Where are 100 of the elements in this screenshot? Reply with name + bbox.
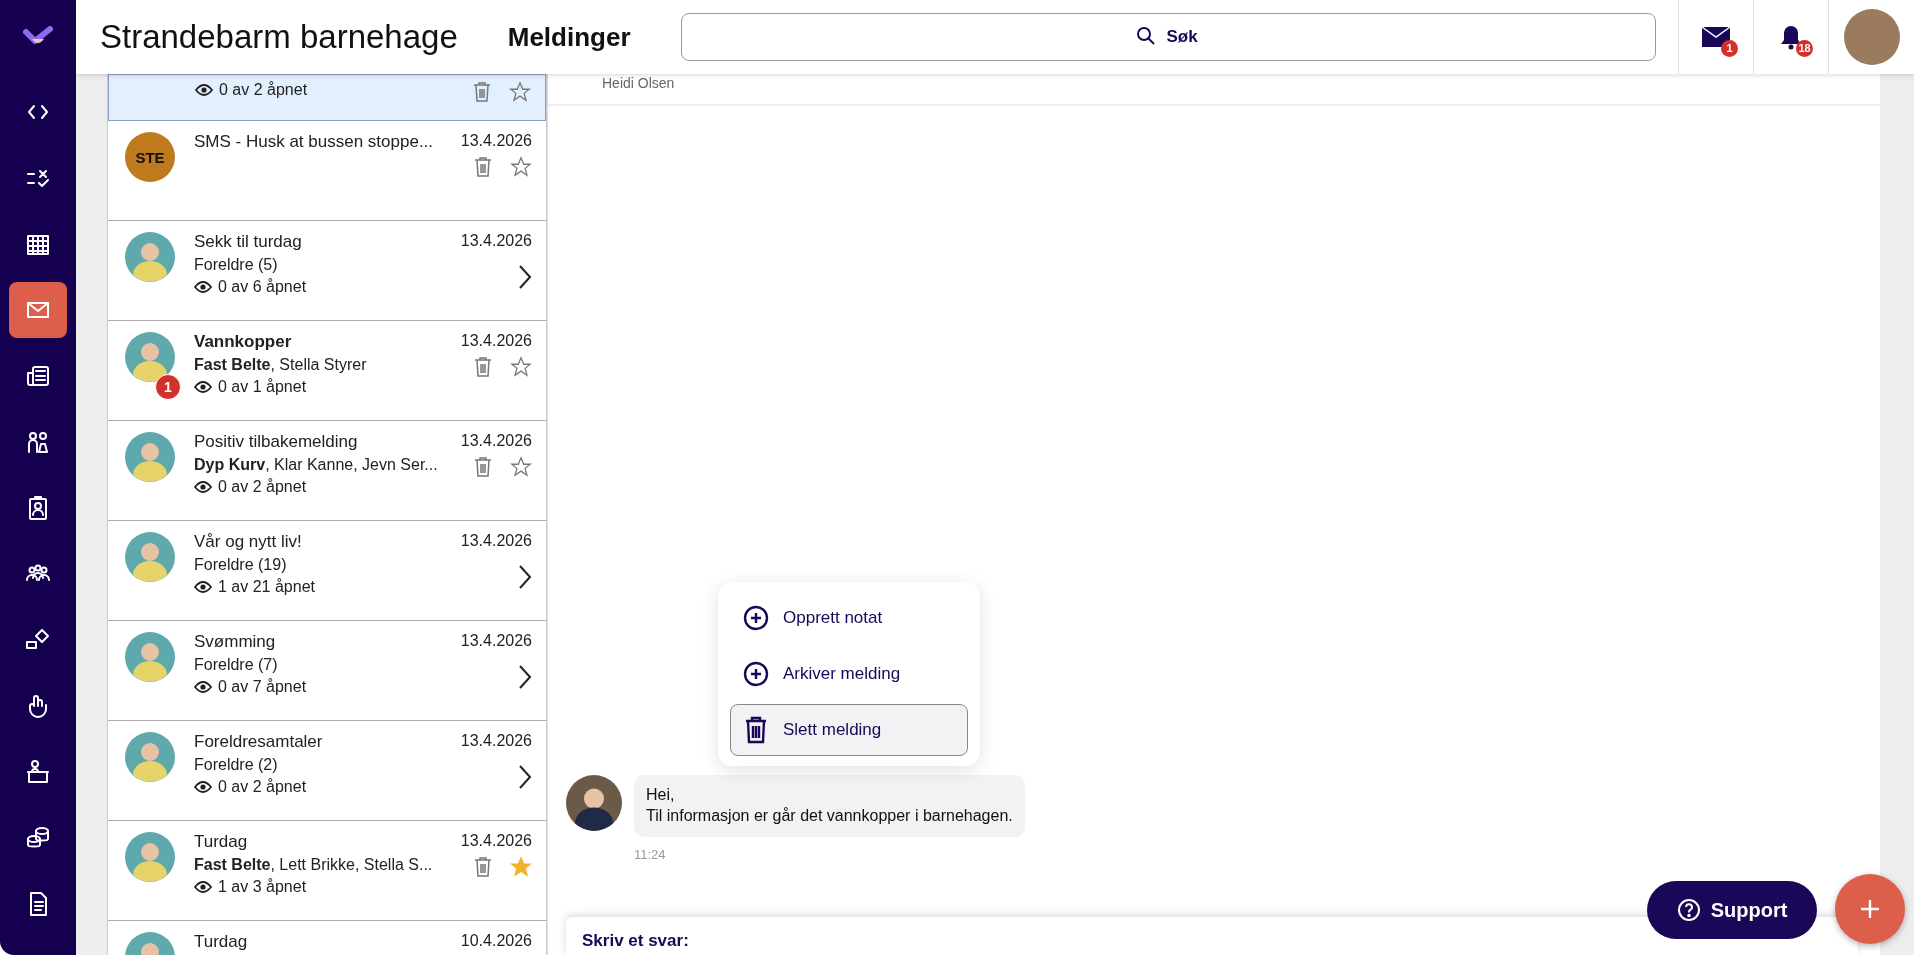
message-date: 13.4.2026 (460, 632, 532, 650)
message-date: 13.4.2026 (460, 832, 532, 850)
message-text: Hei, (646, 785, 676, 806)
unread-badge: 1 (1721, 40, 1738, 57)
initials-avatar: STE (125, 132, 175, 182)
opened-count: 0 av 2 åpnet (219, 81, 308, 99)
eye-icon (194, 781, 212, 793)
message-date: 13.4.2026 (460, 132, 532, 150)
star-icon[interactable] (510, 156, 532, 178)
chevron-right-icon[interactable] (518, 664, 532, 690)
menu-item[interactable]: Opprett notat (730, 592, 968, 644)
search-icon (1136, 26, 1157, 46)
message-item[interactable]: Vår og nytt liv! Foreldre (19) 1 av 21 åpnet 13.4.2026 (108, 521, 546, 621)
chevron-right-icon[interactable] (518, 764, 532, 790)
trash-icon (743, 716, 769, 744)
avatar-icon (125, 532, 175, 582)
message-date: 13.4.2026 (460, 232, 532, 250)
avatar-icon (125, 432, 175, 482)
avatar-icon (125, 332, 175, 382)
recipients-text: Fast Belte, Lett Brikke, Stella S... (194, 856, 434, 874)
trash-icon[interactable] (474, 856, 492, 878)
message-date: 10.4.2026 (460, 932, 532, 950)
message-date: 13.4.2026 (460, 532, 532, 550)
message-subject: Positiv tilbakemelding (194, 432, 359, 452)
recipients-text: Fast Belte, Stella Styrer (194, 356, 368, 374)
messages-button[interactable]: 1 (1678, 0, 1753, 74)
eye-icon (194, 881, 212, 893)
recipients-text: Foreldre (7) (194, 656, 279, 674)
recipients-text: Dyp Kurv, Klar Kanne, Jevn Ser... (194, 456, 439, 474)
message-item[interactable]: Foreldresamtaler Foreldre (2) 0 av 2 åpnet 13.4.2026 (108, 721, 546, 821)
message-date: 13.4.2026 (460, 332, 532, 350)
message-subject: Turdag (194, 832, 249, 852)
message-subject: Sekk til turdag (194, 232, 303, 252)
message-time: 11:24 (634, 847, 666, 862)
kindergarten-name: Strandebarm barnehage (100, 18, 458, 56)
plus-circle-icon (743, 605, 769, 631)
opened-count: 1 av 21 åpnet (218, 578, 315, 596)
message-item[interactable]: STE SMS - Husk at bussen stoppe... 13.4.2026 (108, 121, 546, 221)
message-subject: Vår og nytt liv! (194, 532, 303, 552)
message-text: Til informasjon er går det vannkopper i barnehagen. (646, 806, 1013, 827)
nav-icon (24, 758, 52, 786)
trash-icon[interactable] (473, 81, 491, 103)
menu-item[interactable]: Arkiver melding (730, 648, 968, 700)
message-subject: Turdag (194, 932, 249, 952)
opened-count: 1 av 3 åpnet (218, 878, 307, 896)
message-date: 13.4.2026 (460, 432, 532, 450)
message-subject: Foreldresamtaler (194, 732, 324, 752)
avatar-icon (125, 832, 175, 882)
message-item[interactable]: Sekk til turdag Foreldre (5) 0 av 6 åpnet 13.4.2026 (108, 221, 546, 321)
unread-badge: 1 (155, 374, 181, 400)
opened-count: 0 av 2 åpnet (218, 478, 307, 496)
opened-count: 0 av 1 åpnet (218, 378, 307, 396)
star-icon[interactable] (510, 356, 532, 378)
trash-icon[interactable] (474, 456, 492, 478)
message-item[interactable]: Svømming Foreldre (7) 0 av 7 åpnet 13.4.2026 (108, 621, 546, 721)
avatar-icon (125, 632, 175, 682)
star-icon[interactable] (510, 856, 532, 878)
chevron-right-icon[interactable] (518, 264, 532, 290)
message-item[interactable]: 0 av 2 åpnet (108, 74, 546, 121)
opened-count: 0 av 2 åpnet (218, 778, 307, 796)
message-item[interactable]: Turdag Fast Belte, Lett Brikke, Stella S... 1 av 3 åpnet 13.4.2026 (108, 821, 546, 921)
message-subject: Vannkopper (194, 332, 293, 352)
reply-label: Skriv et svar: (582, 931, 689, 950)
message-subject: SMS - Husk at bussen stoppe... (194, 132, 435, 152)
support-button[interactable]: Support (1647, 881, 1817, 939)
menu-item[interactable]: Slett melding (730, 704, 968, 756)
sender-name: Heidi Olsen (602, 75, 675, 91)
notifications-button[interactable]: 18 (1753, 0, 1828, 74)
eye-icon (194, 681, 212, 693)
eye-icon (195, 84, 213, 96)
eye-icon (194, 381, 212, 393)
plus-circle-icon (743, 661, 769, 687)
message-subject: Svømming (194, 632, 277, 652)
message-item[interactable]: 1 Vannkopper Fast Belte, Stella Styrer 0 av 1 åpnet 13.4.2026 (108, 321, 546, 421)
recipients-text: Foreldre (5) (194, 256, 279, 274)
recipients-text: Foreldre (2) (194, 756, 279, 774)
notification-badge: 18 (1796, 40, 1813, 57)
eye-icon (194, 481, 212, 493)
trash-icon[interactable] (474, 156, 492, 178)
sidebar-item[interactable] (9, 282, 67, 338)
help-icon (1676, 898, 1701, 922)
eye-icon (194, 281, 212, 293)
trash-icon[interactable] (474, 356, 492, 378)
message-item[interactable]: Turdag 10.4.2026 (108, 921, 546, 955)
page-title: Meldinger (507, 21, 631, 53)
message-item[interactable]: Positiv tilbakemelding Dyp Kurv, Klar Kanne, Jevn Ser... 0 av 2 åpnet 13.4.2026 (108, 421, 546, 521)
eye-icon (194, 581, 212, 593)
opened-count: 0 av 7 åpnet (218, 678, 307, 696)
opened-count: 0 av 6 åpnet (218, 278, 307, 296)
user-avatar[interactable] (1828, 0, 1914, 74)
plus-icon (1859, 898, 1881, 920)
chevron-right-icon[interactable] (518, 564, 532, 590)
avatar-icon (125, 732, 175, 782)
message-date: 13.4.2026 (460, 732, 532, 750)
avatar-icon (566, 775, 622, 832)
star-icon[interactable] (510, 456, 532, 478)
avatar-icon (125, 232, 175, 282)
recipients-text: Foreldre (19) (194, 556, 288, 574)
star-icon[interactable] (509, 81, 531, 103)
search-field[interactable]: Søk (680, 13, 1656, 61)
